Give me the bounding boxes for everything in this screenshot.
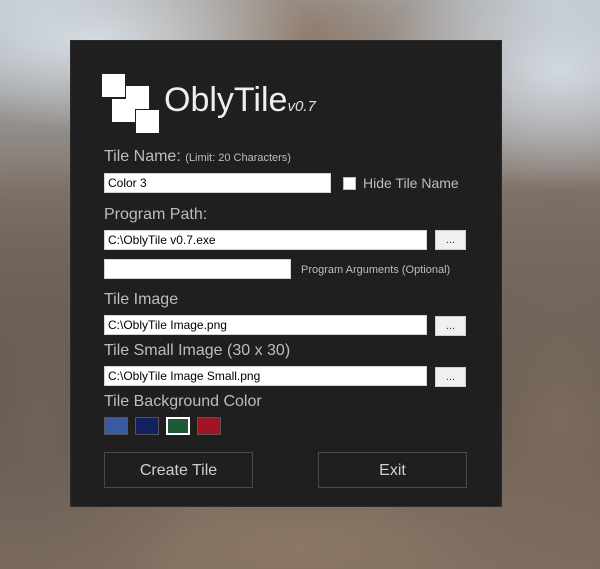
tile-name-limit-note: (Limit: 20 Characters) bbox=[185, 152, 291, 164]
tile-name-label-text: Tile Name: bbox=[104, 148, 181, 165]
color-swatch-blue[interactable] bbox=[104, 417, 128, 435]
oblytile-logo-icon bbox=[102, 74, 160, 133]
app-title: OblyTilev0.7 bbox=[164, 81, 316, 120]
program-path-input[interactable] bbox=[104, 230, 427, 250]
color-swatch-red[interactable] bbox=[197, 417, 221, 435]
program-arguments-input[interactable] bbox=[104, 259, 291, 279]
tile-name-label: Tile Name: (Limit: 20 Characters) bbox=[104, 148, 291, 166]
create-tile-button[interactable]: Create Tile bbox=[104, 452, 253, 488]
hide-tile-name-checkbox[interactable] bbox=[343, 177, 356, 190]
exit-button[interactable]: Exit bbox=[318, 452, 467, 488]
program-path-label: Program Path: bbox=[104, 206, 208, 223]
app-version: v0.7 bbox=[287, 98, 316, 115]
program-arguments-label: Program Arguments (Optional) bbox=[301, 264, 451, 276]
tile-small-image-browse-button[interactable]: ... bbox=[435, 367, 466, 387]
oblytile-window: OblyTilev0.7 Tile Name: (Limit: 20 Chara… bbox=[71, 41, 501, 506]
tile-small-image-label: Tile Small Image (30 x 30) bbox=[104, 342, 291, 359]
tile-image-browse-button[interactable]: ... bbox=[435, 316, 466, 336]
color-swatch-navy[interactable] bbox=[135, 417, 159, 435]
tile-name-input[interactable] bbox=[104, 173, 331, 193]
hide-tile-name-label: Hide Tile Name bbox=[363, 175, 459, 191]
tile-image-label: Tile Image bbox=[104, 291, 179, 308]
tile-image-input[interactable] bbox=[104, 315, 427, 335]
tile-background-color-label: Tile Background Color bbox=[104, 393, 262, 410]
program-path-browse-button[interactable]: ... bbox=[435, 230, 466, 250]
app-name: OblyTile bbox=[164, 81, 288, 119]
tile-small-image-input[interactable] bbox=[104, 366, 427, 386]
color-swatch-green[interactable] bbox=[166, 417, 190, 435]
